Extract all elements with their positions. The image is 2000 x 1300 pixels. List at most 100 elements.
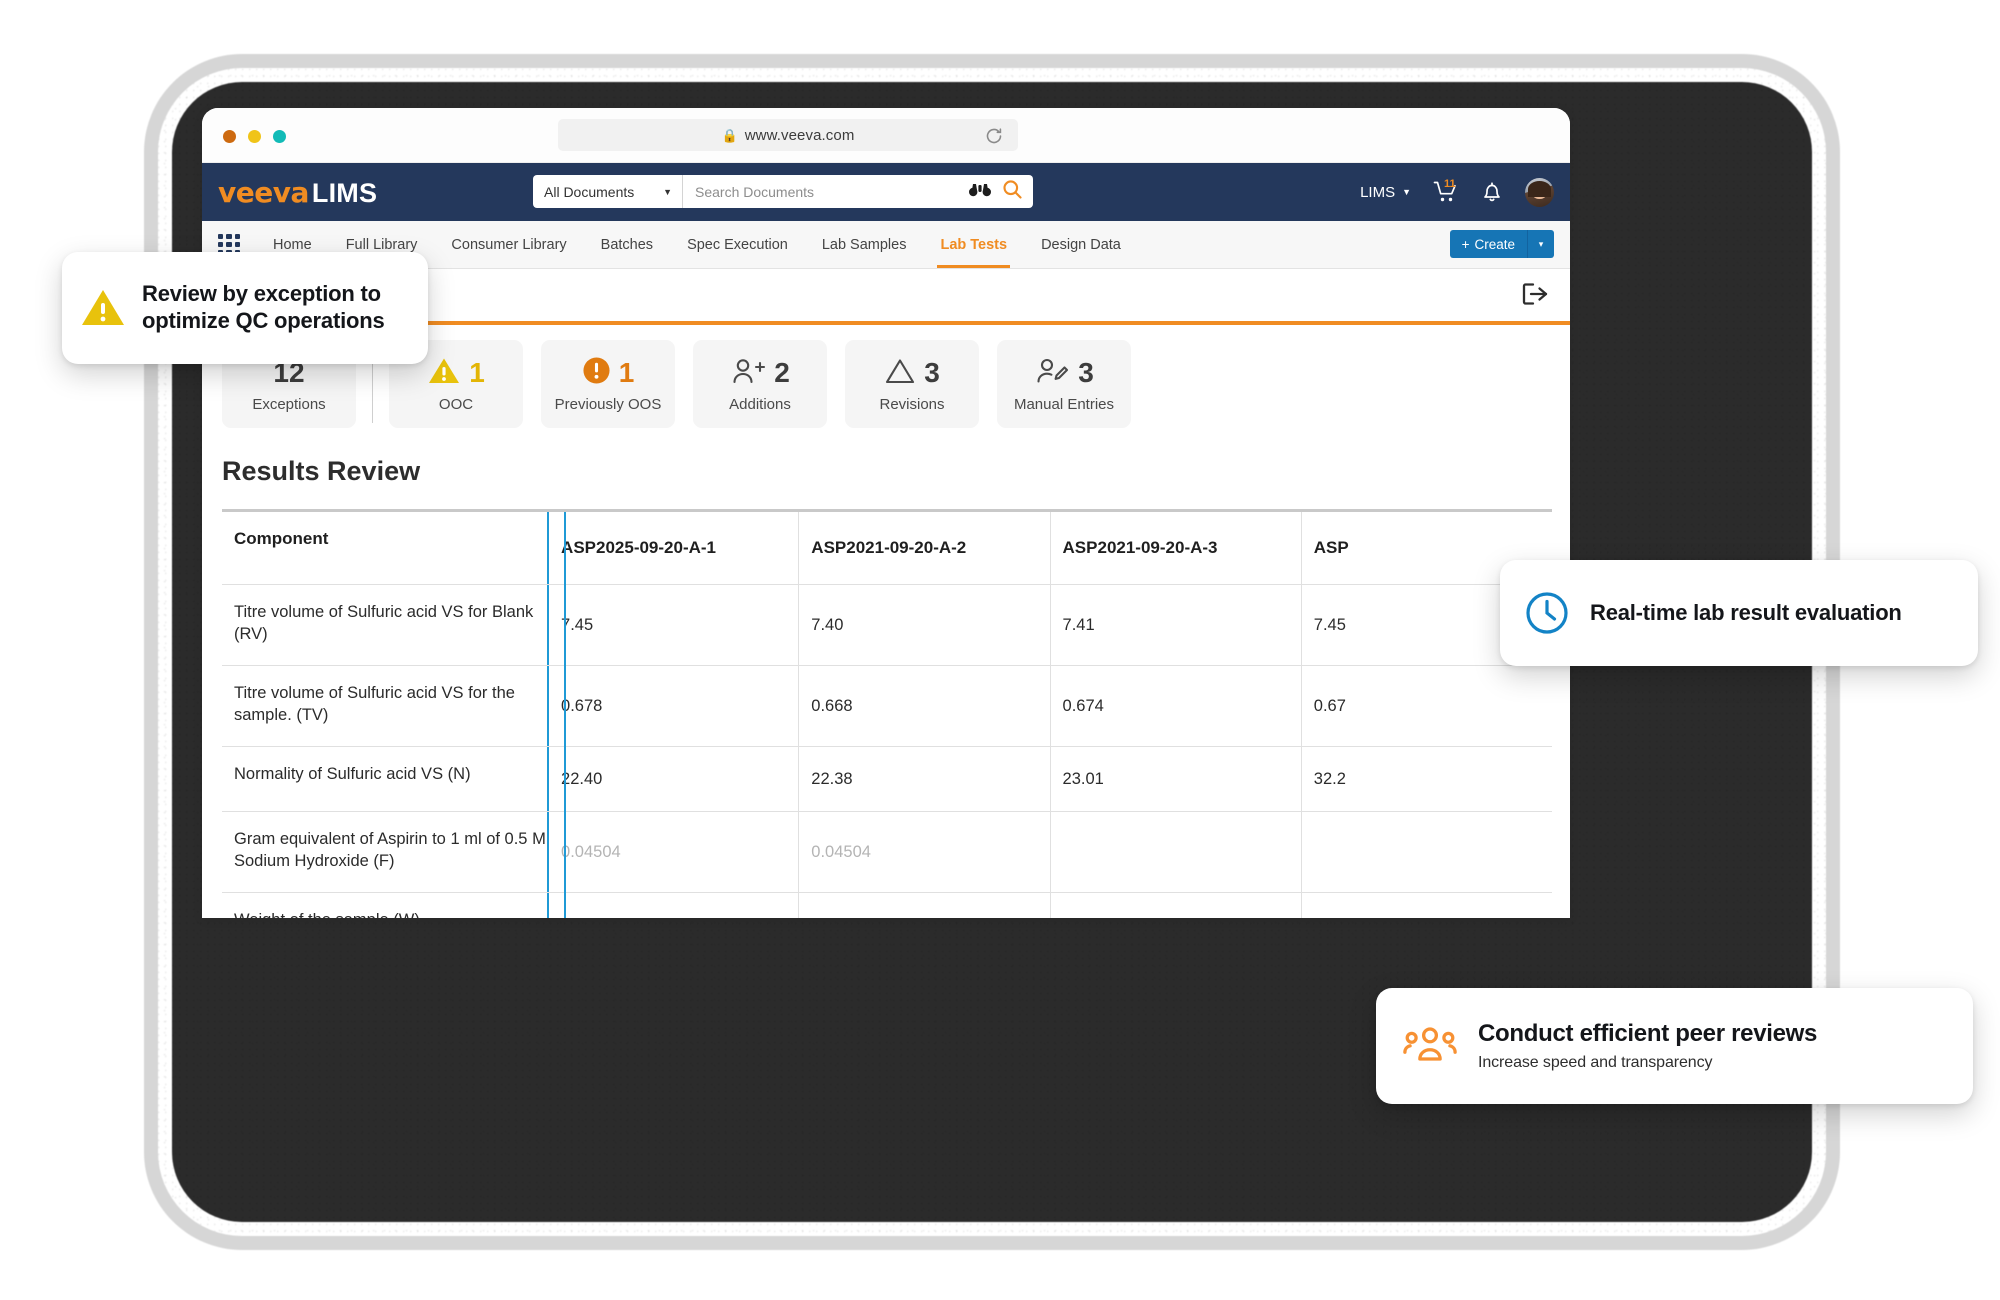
address-bar-url: www.veeva.com bbox=[744, 126, 855, 144]
create-button-group[interactable]: + Create ▾ bbox=[1449, 230, 1554, 258]
table-row[interactable]: Weight of the sample (W) 5.23 5.25 5.27 … bbox=[222, 893, 1552, 918]
cell-component: Gram equivalent of Aspirin to 1 ml of 0.… bbox=[234, 830, 546, 871]
warning-triangle-icon bbox=[427, 356, 461, 391]
cell-value[interactable]: 0.04504 bbox=[547, 812, 798, 892]
binoculars-icon[interactable] bbox=[968, 181, 992, 202]
reload-icon[interactable] bbox=[984, 126, 1004, 146]
stat-value: 1 bbox=[618, 357, 635, 388]
stat-label: Additions bbox=[729, 396, 791, 413]
triangle-outline-icon bbox=[884, 357, 916, 390]
tab-lab-tests[interactable]: Lab Tests bbox=[923, 221, 1024, 268]
callout-real-time-evaluation: Real-time lab result evaluation bbox=[1500, 560, 1978, 666]
browser-chrome: 🔒 www.veeva.com bbox=[202, 108, 1570, 163]
cell-value[interactable]: 0.668 bbox=[798, 666, 1049, 746]
cell-component: Titre volume of Sulfuric acid VS for the… bbox=[234, 684, 515, 725]
results-review-title: Results Review bbox=[222, 456, 421, 486]
tab-spec-execution[interactable]: Spec Execution bbox=[670, 221, 805, 268]
cell-value[interactable] bbox=[1049, 812, 1301, 892]
notifications-button[interactable] bbox=[1481, 180, 1503, 204]
search-input-wrap[interactable]: Search Documents bbox=[683, 175, 1033, 208]
stat-label: Manual Entries bbox=[1013, 396, 1115, 413]
create-button[interactable]: + Create bbox=[1449, 230, 1528, 258]
chevron-down-icon: ▼ bbox=[1402, 187, 1411, 197]
search-input[interactable]: Search Documents bbox=[695, 184, 958, 200]
maximize-window-button[interactable] bbox=[273, 130, 286, 143]
clock-icon bbox=[1524, 590, 1570, 636]
app-switcher-label: LIMS bbox=[1360, 183, 1396, 201]
table-row[interactable]: Titre volume of Sulfuric acid VS for Bla… bbox=[222, 585, 1552, 666]
page-content: 12 Exceptions 1 OOC 1 Previously OOS 2 A… bbox=[202, 269, 1570, 918]
app-switcher-menu[interactable]: LIMS ▼ bbox=[1360, 184, 1411, 201]
column-header-component[interactable]: Component bbox=[222, 512, 547, 584]
stat-label: Exceptions bbox=[252, 396, 326, 413]
tab-lab-samples[interactable]: Lab Samples bbox=[805, 221, 924, 268]
tab-consumer-library[interactable]: Consumer Library bbox=[434, 221, 583, 268]
column-accent-rule bbox=[564, 512, 566, 918]
stat-card-manual-entries[interactable]: 3 Manual Entries bbox=[997, 340, 1131, 428]
stat-card-revisions[interactable]: 3 Revisions bbox=[845, 340, 979, 428]
app-navbar: veeva LIMS All Documents ▼ Search Docume… bbox=[202, 163, 1570, 221]
minimize-window-button[interactable] bbox=[248, 130, 261, 143]
cell-value[interactable]: 0.04504 bbox=[798, 812, 1049, 892]
table-row[interactable]: Gram equivalent of Aspirin to 1 ml of 0.… bbox=[222, 812, 1552, 893]
cell-value[interactable]: 23.01 bbox=[1049, 747, 1301, 811]
callout-text-block: Conduct efficient peer reviews Increase … bbox=[1478, 1020, 1817, 1072]
address-bar[interactable]: 🔒 www.veeva.com bbox=[558, 119, 1018, 151]
cell-value[interactable]: 32.2 bbox=[1300, 747, 1552, 811]
tab-design-data[interactable]: Design Data bbox=[1024, 221, 1138, 268]
cell-component: Weight of the sample (W) bbox=[222, 893, 547, 918]
people-group-icon bbox=[1402, 1023, 1458, 1069]
tab-batches[interactable]: Batches bbox=[584, 221, 670, 268]
window-traffic-lights[interactable] bbox=[223, 130, 286, 143]
column-header-sample-1[interactable]: ASP2025-09-20-A-1 bbox=[547, 512, 798, 584]
cart-badge-count: 11 bbox=[1444, 178, 1456, 190]
plus-icon: + bbox=[1461, 236, 1470, 252]
alert-circle-icon bbox=[582, 356, 611, 390]
cell-value[interactable]: 22.38 bbox=[798, 747, 1049, 811]
cell-value[interactable]: 0.67 bbox=[1300, 666, 1552, 746]
screenshot-stage: 🔒 www.veeva.com veeva LIMS All Documents bbox=[0, 0, 2000, 1300]
callout-title: Review by exception to optimize QC opera… bbox=[142, 281, 385, 333]
callout-subtitle: Increase speed and transparency bbox=[1478, 1053, 1713, 1071]
chevron-down-icon: ▼ bbox=[663, 186, 672, 197]
stat-value: 3 bbox=[1078, 357, 1094, 388]
callout-peer-reviews: Conduct efficient peer reviews Increase … bbox=[1376, 988, 1973, 1104]
cell-value[interactable]: 7.41 bbox=[1049, 585, 1301, 665]
chevron-down-icon: ▾ bbox=[1538, 238, 1544, 249]
stat-top: 2 bbox=[730, 355, 790, 391]
stat-label: Revisions bbox=[879, 396, 945, 413]
table-row[interactable]: Titre volume of Sulfuric acid VS for the… bbox=[222, 666, 1552, 747]
cart-button[interactable]: 11 bbox=[1433, 178, 1459, 204]
cell-component: Titre volume of Sulfuric acid VS for Bla… bbox=[234, 603, 534, 644]
cell-value[interactable]: 0.678 bbox=[547, 666, 798, 746]
stat-label: Previously OOS bbox=[554, 396, 662, 413]
global-search: All Documents ▼ Search Documents bbox=[533, 175, 1033, 208]
cell-value[interactable]: 5.27 bbox=[1049, 893, 1301, 918]
table-row[interactable]: Normality of Sulfuric acid VS (N) 22.40 … bbox=[222, 747, 1552, 812]
stat-card-additions[interactable]: 2 Additions bbox=[693, 340, 827, 428]
veeva-lims-logo[interactable]: veeva LIMS bbox=[218, 176, 377, 209]
close-window-button[interactable] bbox=[223, 130, 236, 143]
avatar[interactable] bbox=[1525, 177, 1554, 207]
cell-value[interactable] bbox=[1300, 812, 1552, 892]
cell-value[interactable]: 0.674 bbox=[1049, 666, 1301, 746]
stat-top: 3 bbox=[1034, 355, 1094, 391]
cell-value[interactable]: 5.23 bbox=[547, 893, 798, 918]
cell-value[interactable]: 22.40 bbox=[547, 747, 798, 811]
callout-title: Conduct efficient peer reviews bbox=[1478, 1020, 1818, 1048]
cell-value[interactable]: 7.45 bbox=[547, 585, 798, 665]
callout-title: Real-time lab result evaluation bbox=[1590, 600, 1902, 626]
cell-value[interactable]: 5.2 bbox=[1300, 893, 1552, 918]
search-scope-select[interactable]: All Documents ▼ bbox=[533, 175, 683, 208]
search-icon[interactable] bbox=[1002, 179, 1023, 205]
cell-value[interactable]: 7.40 bbox=[798, 585, 1049, 665]
exit-icon[interactable] bbox=[1520, 281, 1550, 307]
column-header-sample-2[interactable]: ASP2021-09-20-A-2 bbox=[798, 512, 1049, 584]
create-dropdown-button[interactable]: ▾ bbox=[1528, 230, 1554, 258]
user-edit-icon bbox=[1034, 356, 1070, 391]
stat-top: 3 bbox=[884, 355, 940, 391]
stat-card-previously-oos[interactable]: 1 Previously OOS bbox=[541, 340, 675, 428]
cell-value[interactable]: 5.25 bbox=[798, 893, 1049, 918]
column-header-sample-3[interactable]: ASP2021-09-20-A-3 bbox=[1049, 512, 1301, 584]
header-accent-rule bbox=[392, 321, 1570, 325]
